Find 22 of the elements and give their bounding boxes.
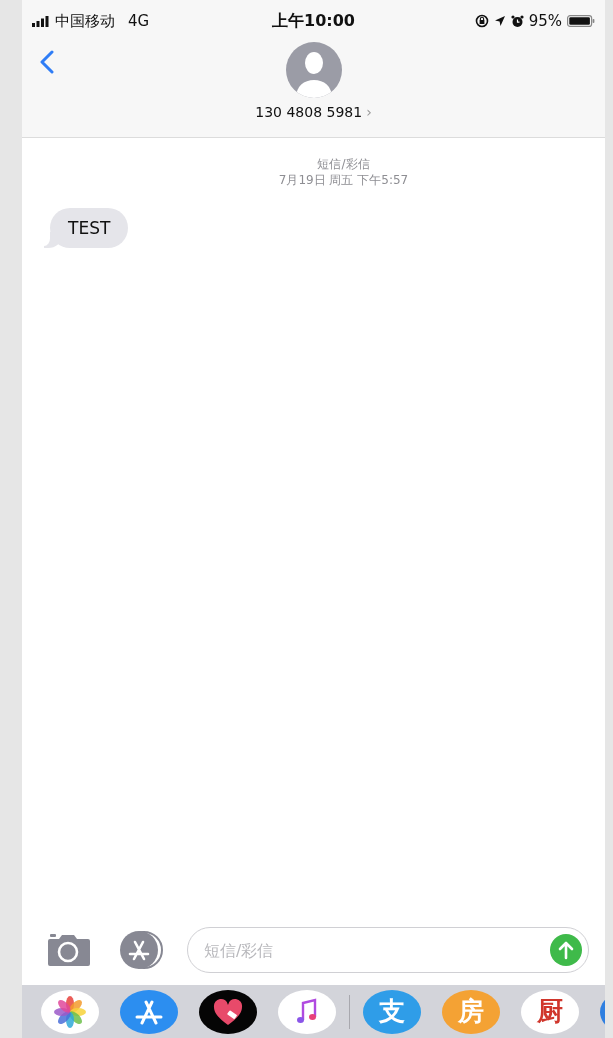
network-type: 4G <box>128 12 150 30</box>
avatar-icon[interactable] <box>285 42 342 98</box>
rotation-lock-icon <box>474 14 489 28</box>
heart-app-icon[interactable] <box>199 989 257 1034</box>
battery-percent: 95% <box>528 12 562 30</box>
app-icon[interactable]: 支 <box>363 989 421 1034</box>
message-input-field[interactable]: 短信/彩信 <box>187 927 589 973</box>
photos-app-icon[interactable] <box>41 989 99 1034</box>
contact-button[interactable]: 130 4808 5981 › <box>255 104 372 120</box>
alarm-icon <box>510 14 524 28</box>
battery-icon <box>567 15 595 27</box>
music-app-icon[interactable] <box>278 989 336 1034</box>
status-time: 上午10:00 <box>272 10 355 32</box>
app-icon[interactable]: 厨 <box>521 989 579 1034</box>
signal-icon <box>32 15 50 27</box>
camera-icon[interactable] <box>47 933 91 967</box>
app-store-app-icon[interactable] <box>120 989 178 1034</box>
service-label: 短信/彩信 <box>316 156 371 172</box>
send-icon[interactable] <box>550 934 582 966</box>
carrier-name: 中国移动 <box>55 11 115 31</box>
message-timestamp: 7月19日 周五 下午5:57 <box>277 172 410 188</box>
location-icon <box>493 15 506 27</box>
